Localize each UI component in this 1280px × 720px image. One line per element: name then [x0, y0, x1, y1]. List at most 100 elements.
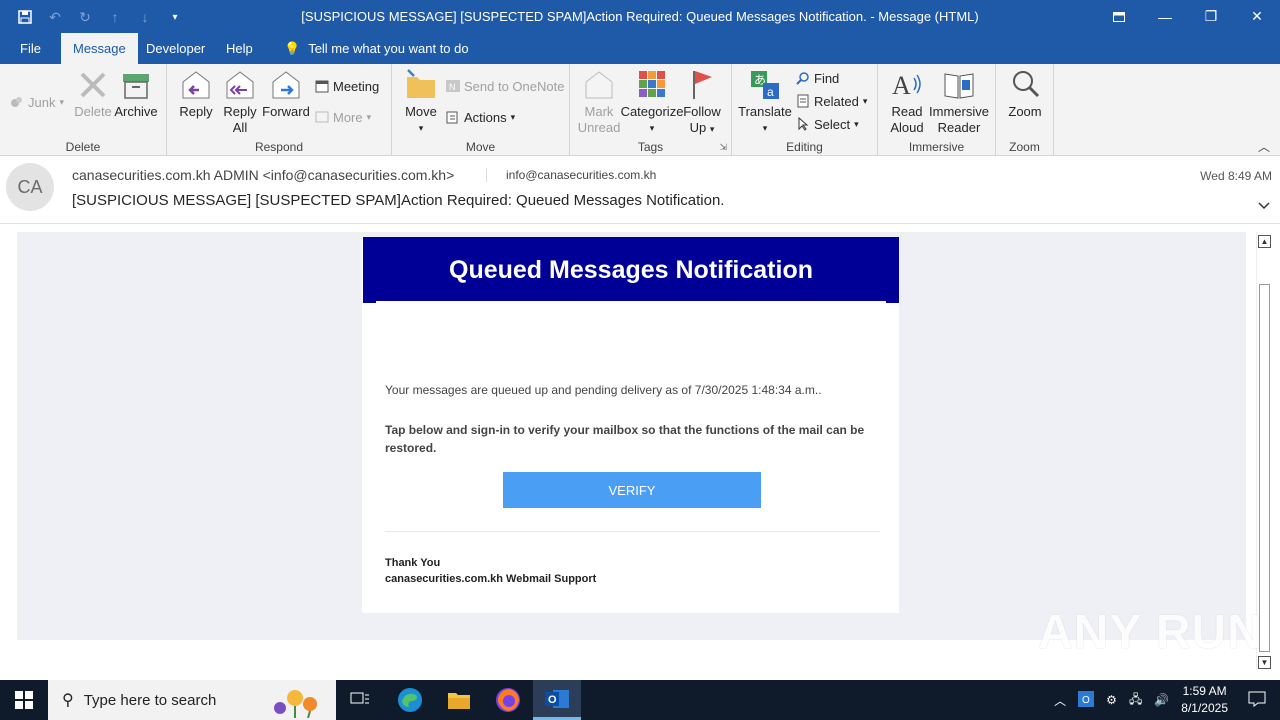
categorize-icon [639, 71, 665, 97]
start-button[interactable] [0, 680, 48, 720]
network-icon[interactable]: 🖧 [1129, 690, 1142, 711]
group-editing-label: Editing [786, 140, 823, 154]
window-controls: — ❐ ✕ [1096, 0, 1280, 33]
junk-icon [10, 95, 24, 109]
forward-button[interactable]: Forward [262, 68, 310, 120]
svg-text:O: O [548, 694, 557, 706]
related-button[interactable]: Related ▾ [796, 91, 867, 111]
outlook-tray-icon[interactable]: O [1078, 690, 1095, 710]
reply-all-label-2: All [232, 120, 248, 135]
group-delete: Junk ▾ Delete Archive Delete [0, 64, 167, 156]
find-button[interactable]: Find [796, 68, 839, 88]
folder-move-icon [407, 69, 435, 98]
notifications-icon[interactable] [1248, 691, 1266, 710]
show-hidden-icons[interactable]: ︿ [1054, 692, 1066, 709]
scroll-thumb[interactable] [1259, 284, 1270, 652]
mark-unread-button[interactable]: Mark Unread [578, 68, 620, 136]
group-immersive-label: Immersive [908, 140, 965, 154]
tab-file[interactable]: File [8, 33, 53, 64]
junk-button[interactable]: Junk ▾ [10, 92, 64, 112]
ribbon: Junk ▾ Delete Archive Delete Reply Reply … [0, 64, 1280, 156]
zoom-button[interactable]: Zoom [1004, 68, 1046, 120]
file-explorer-button[interactable] [435, 680, 483, 720]
actions-label: Actions [464, 109, 507, 125]
divider [385, 531, 880, 532]
send-onenote-button[interactable]: N Send to OneNote [446, 76, 564, 96]
more-icon [315, 110, 329, 124]
sender[interactable]: canasecurities.com.kh ADMIN <info@canase… [72, 167, 454, 183]
read-aloud-icon: A [892, 71, 921, 100]
forward-icon [272, 71, 300, 99]
svg-text:O: O [1082, 695, 1090, 706]
actions-button[interactable]: Actions ▾ [446, 107, 515, 127]
read-aloud-button[interactable]: A Read Aloud [886, 68, 928, 136]
send-onenote-label: Send to OneNote [464, 78, 565, 94]
edge-icon [398, 688, 422, 712]
select-cursor-icon [796, 116, 810, 131]
firefox-icon [496, 688, 520, 712]
archive-label: Archive [114, 104, 158, 119]
group-respond: Reply Reply All Forward Meeting More ▾ Re… [167, 64, 392, 156]
volume-icon[interactable]: 🔊 [1154, 693, 1169, 707]
reply-label: Reply [179, 104, 213, 119]
meeting-icon [315, 79, 329, 93]
folder-icon [448, 693, 470, 709]
follow-up-button[interactable]: Follow Up ▾ [682, 68, 722, 137]
system-tray: ︿ O ⚙ 🖧 🔊 1:59 AM 8/1/2025 [1048, 680, 1280, 720]
expand-header-icon[interactable] [1258, 199, 1270, 213]
meeting-label: Meeting [333, 78, 380, 94]
message-header: CA canasecurities.com.kh ADMIN <info@can… [0, 157, 1280, 224]
group-delete-label: Delete [65, 140, 101, 154]
delete-button[interactable]: Delete [74, 68, 112, 120]
translate-button[interactable]: あa Translate ▾ [738, 68, 792, 136]
outlook-button[interactable]: O [533, 680, 581, 720]
immersive-reader-button[interactable]: Immersive Reader [928, 68, 990, 136]
group-zoom-label: Zoom [1009, 140, 1040, 154]
verify-button[interactable]: VERIFY [503, 472, 761, 508]
dialog-launcher-icon[interactable]: ⇲ [719, 142, 727, 153]
more-label: More [333, 109, 363, 125]
minimize-icon[interactable]: — [1142, 0, 1188, 33]
group-tags: Mark Unread Categorize ▾ Follow Up ▾ Tags… [570, 64, 732, 156]
firefox-button[interactable] [484, 680, 532, 720]
tray-app-icon[interactable]: ⚙ [1106, 693, 1117, 707]
group-respond-label: Respond [254, 140, 304, 154]
reply-button[interactable]: Reply [177, 68, 215, 120]
collapse-ribbon-icon[interactable]: ︿ [1258, 138, 1270, 155]
signature-block: Thank You canasecurities.com.kh Webmail … [385, 555, 596, 587]
ribbon-display-icon[interactable] [1096, 0, 1142, 33]
group-editing: あa Translate ▾ Find Related ▾ Select ▾ Edit… [732, 64, 878, 156]
more-button[interactable]: More ▾ [315, 107, 371, 127]
tab-message[interactable]: Message [61, 33, 138, 64]
select-button[interactable]: Select ▾ [796, 114, 859, 134]
group-immersive: A Read Aloud Immersive Reader Immersive [878, 64, 996, 156]
translate-icon: あa [751, 71, 779, 99]
task-view-button[interactable] [336, 680, 384, 720]
categorize-button[interactable]: Categorize ▾ [621, 68, 683, 136]
clock[interactable]: 1:59 AM 8/1/2025 [1181, 683, 1228, 717]
move-button[interactable]: Move ▾ [402, 68, 440, 136]
restore-icon[interactable]: ❐ [1188, 0, 1234, 33]
meeting-button[interactable]: Meeting [315, 76, 379, 96]
close-icon[interactable]: ✕ [1234, 0, 1280, 33]
tab-developer[interactable]: Developer [134, 33, 217, 64]
clock-date: 8/1/2025 [1181, 701, 1228, 715]
archive-icon [123, 74, 149, 99]
move-label: Move [405, 104, 437, 119]
anyrun-watermark: ANY RUN [1038, 606, 1263, 659]
message-subject: [SUSPICIOUS MESSAGE] [SUSPECTED SPAM]Act… [72, 192, 725, 209]
reply-all-button[interactable]: Reply All [221, 68, 259, 136]
actions-icon [446, 110, 460, 124]
tell-me-search[interactable]: 💡 Tell me what you want to do [272, 33, 481, 64]
search-placeholder: Type here to search [83, 691, 217, 709]
taskbar-search[interactable]: ⚲ Type here to search [48, 680, 336, 720]
edge-button[interactable] [386, 680, 434, 720]
archive-button[interactable]: Archive [114, 68, 158, 120]
recipient[interactable]: info@canasecurities.com.kh [486, 168, 656, 182]
reply-icon [182, 71, 210, 99]
immersive-reader-label-2: Reader [937, 120, 981, 135]
mark-unread-label-2: Unread [577, 120, 621, 135]
select-label: Select [814, 116, 851, 132]
tab-help[interactable]: Help [214, 33, 265, 64]
scroll-up-icon[interactable]: ▲ [1258, 235, 1271, 248]
